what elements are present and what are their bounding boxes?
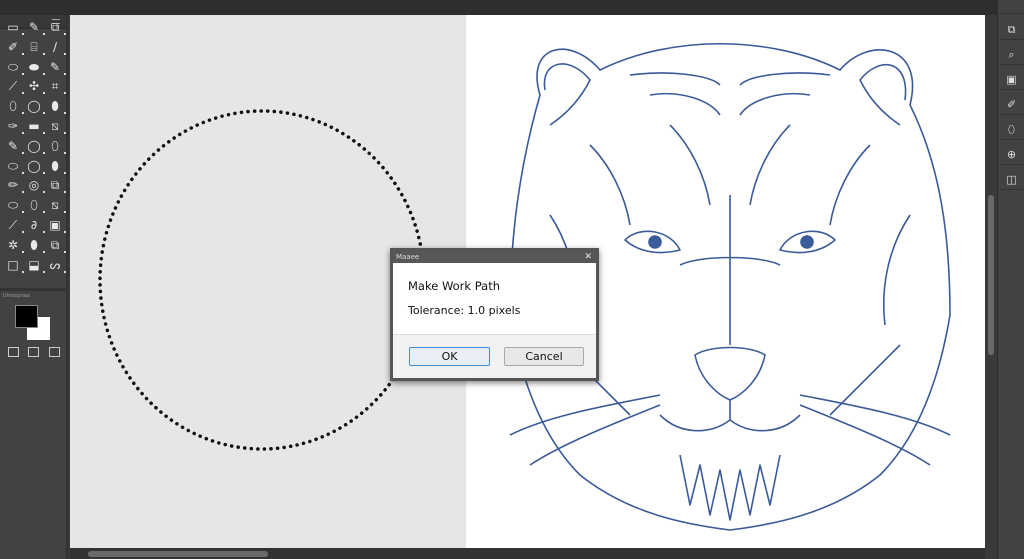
ellipse-outline-tool-icon[interactable]: ◯ bbox=[26, 158, 45, 174]
tiger-muzzle-line bbox=[679, 195, 781, 345]
ellipse-tool-icon[interactable]: ◯ bbox=[26, 98, 45, 115]
make-work-path-dialog: Maaee ✕ Make Work Path Tolerance: 1.0 pi… bbox=[390, 248, 599, 381]
rotate-tool-icon[interactable]: ᔕ bbox=[47, 257, 66, 273]
foreground-color-swatch[interactable] bbox=[15, 305, 38, 328]
lasso-tool-icon[interactable]: ⬯ bbox=[5, 98, 24, 115]
eraser-alt-tool-icon[interactable]: ⬬ bbox=[26, 59, 45, 75]
rectangle-tool-icon[interactable]: □ bbox=[5, 257, 24, 273]
cancel-button[interactable]: Cancel bbox=[504, 347, 584, 366]
ellipse-path-tool-icon[interactable]: ⬭ bbox=[5, 197, 24, 214]
marquee-tool-icon[interactable]: ▭ bbox=[5, 19, 24, 35]
transform-tool-icon[interactable]: ⧅ bbox=[47, 118, 66, 134]
dialog-titlebar[interactable]: Maaee ✕ bbox=[393, 251, 596, 263]
tiger-nose bbox=[694, 346, 766, 401]
dropper-tool-icon[interactable]: ✑ bbox=[5, 118, 24, 134]
artboard-tool-icon[interactable]: ⧉ bbox=[47, 19, 66, 35]
brush-tool-icon[interactable]: ✎ bbox=[26, 19, 45, 35]
tiger-left-ear bbox=[543, 63, 591, 126]
quick-mask-icon[interactable] bbox=[28, 347, 39, 357]
ok-button[interactable]: OK bbox=[409, 347, 490, 366]
vertical-scrollbar[interactable] bbox=[985, 15, 997, 548]
patch-tool-icon[interactable]: ⧉ bbox=[47, 177, 66, 194]
vertical-scroll-thumb[interactable] bbox=[988, 195, 994, 355]
brush-alt-tool-icon[interactable]: ✎ bbox=[5, 138, 24, 154]
brush-fill-tool-icon[interactable]: ✏ bbox=[5, 177, 24, 194]
dodge-tool-icon[interactable]: ⬮ bbox=[26, 237, 45, 253]
screen-mode-icon[interactable] bbox=[49, 347, 60, 357]
horizontal-scroll-thumb[interactable] bbox=[88, 551, 268, 557]
pen-curve-tool-icon[interactable]: ⬯ bbox=[47, 138, 66, 154]
pencil-tool-icon[interactable]: ✐ bbox=[5, 39, 24, 55]
pen-icon[interactable]: ✐ bbox=[1000, 95, 1023, 115]
properties-icon[interactable]: ◫ bbox=[1000, 170, 1023, 190]
crop-tool-icon[interactable]: ⌗ bbox=[47, 78, 66, 95]
lasso-poly-tool-icon[interactable]: ⬭ bbox=[5, 158, 24, 174]
swatch-label: Umoxpnaa bbox=[3, 293, 30, 299]
tiger-mouth bbox=[659, 400, 801, 432]
lasso-icon[interactable]: ⌕ bbox=[1000, 45, 1023, 65]
color-swatches: Umoxpnaa bbox=[0, 288, 66, 368]
eyedropper-tool-icon[interactable]: ⟋ bbox=[5, 78, 24, 95]
stamp-tool-icon[interactable]: ⌸ bbox=[26, 39, 45, 55]
right-panel-dock: ⧉ ⌕ ▣ ✐ ⬯ ⊕ ◫ bbox=[997, 0, 1024, 559]
pen-tool-icon[interactable]: ∕ bbox=[47, 39, 66, 55]
pen-path-tool-icon[interactable]: ⬯ bbox=[26, 197, 45, 214]
tolerance-text: Tolerance: 1.0 pixels bbox=[408, 304, 521, 317]
tools-panel: ▭ ✎ ⧉ ✐ ⌸ ∕ ⬭ ⬬ ✎ ⟋ ✣ ⌗ ⬯ ◯ ⬮ ✑ ▬ ⧅ ✎ ◯ ⬯ ⬭ ◯ ⬮ ✏ ◎ ⧉ ⬭ ⬯ ⧅ ⟋ ∂ ▣ ✲ ⬮ ⧉ □ ⬓ ᔕ … bbox=[0, 15, 68, 559]
top-bar bbox=[0, 0, 1024, 15]
dialog-heading: Make Work Path bbox=[408, 279, 500, 293]
crop-alt-tool-icon[interactable]: ⧉ bbox=[47, 237, 66, 253]
blur-tool-icon[interactable]: ◎ bbox=[26, 177, 45, 194]
tiger-left-pupil bbox=[648, 235, 662, 249]
image-tool-icon[interactable]: ▣ bbox=[47, 217, 66, 233]
puzzle-tool-icon[interactable]: ✣ bbox=[26, 78, 45, 95]
smudge-tool-icon[interactable]: ⬮ bbox=[47, 98, 66, 115]
dock-collapse-button[interactable] bbox=[1000, 6, 1023, 14]
tiger-right-ear bbox=[859, 64, 907, 126]
path-tool-icon[interactable]: ⟋ bbox=[5, 217, 24, 233]
standard-mode-icon[interactable] bbox=[8, 347, 19, 357]
gradient-tool-icon[interactable]: ▬ bbox=[26, 118, 45, 134]
gear-tool-icon[interactable]: ✲ bbox=[5, 237, 24, 253]
pen-alt-tool-icon[interactable]: ✎ bbox=[47, 59, 66, 75]
zoom-icon[interactable]: ⊕ bbox=[1000, 145, 1023, 165]
tiger-chin-fur bbox=[679, 454, 781, 521]
layers-icon[interactable]: ⧉ bbox=[1000, 20, 1023, 40]
link-tool-icon[interactable]: ∂ bbox=[26, 217, 45, 233]
spot-heal-tool-icon[interactable]: ⧅ bbox=[47, 197, 66, 214]
artboard-icon[interactable]: ▣ bbox=[1000, 70, 1023, 90]
ellipse-alt-tool-icon[interactable]: ◯ bbox=[26, 138, 45, 154]
hand-tool-icon[interactable]: ⬓ bbox=[26, 257, 45, 273]
dialog-title: Maaee bbox=[396, 253, 420, 261]
close-icon[interactable]: ✕ bbox=[584, 251, 592, 263]
selection-circle[interactable] bbox=[98, 109, 426, 451]
eraser-icon[interactable]: ⬯ bbox=[1000, 120, 1023, 140]
lasso-alt-tool-icon[interactable]: ⬮ bbox=[47, 158, 66, 174]
tiger-right-pupil bbox=[800, 235, 814, 249]
horizontal-scrollbar[interactable] bbox=[70, 548, 985, 559]
eraser-tool-icon[interactable]: ⬭ bbox=[5, 59, 24, 75]
